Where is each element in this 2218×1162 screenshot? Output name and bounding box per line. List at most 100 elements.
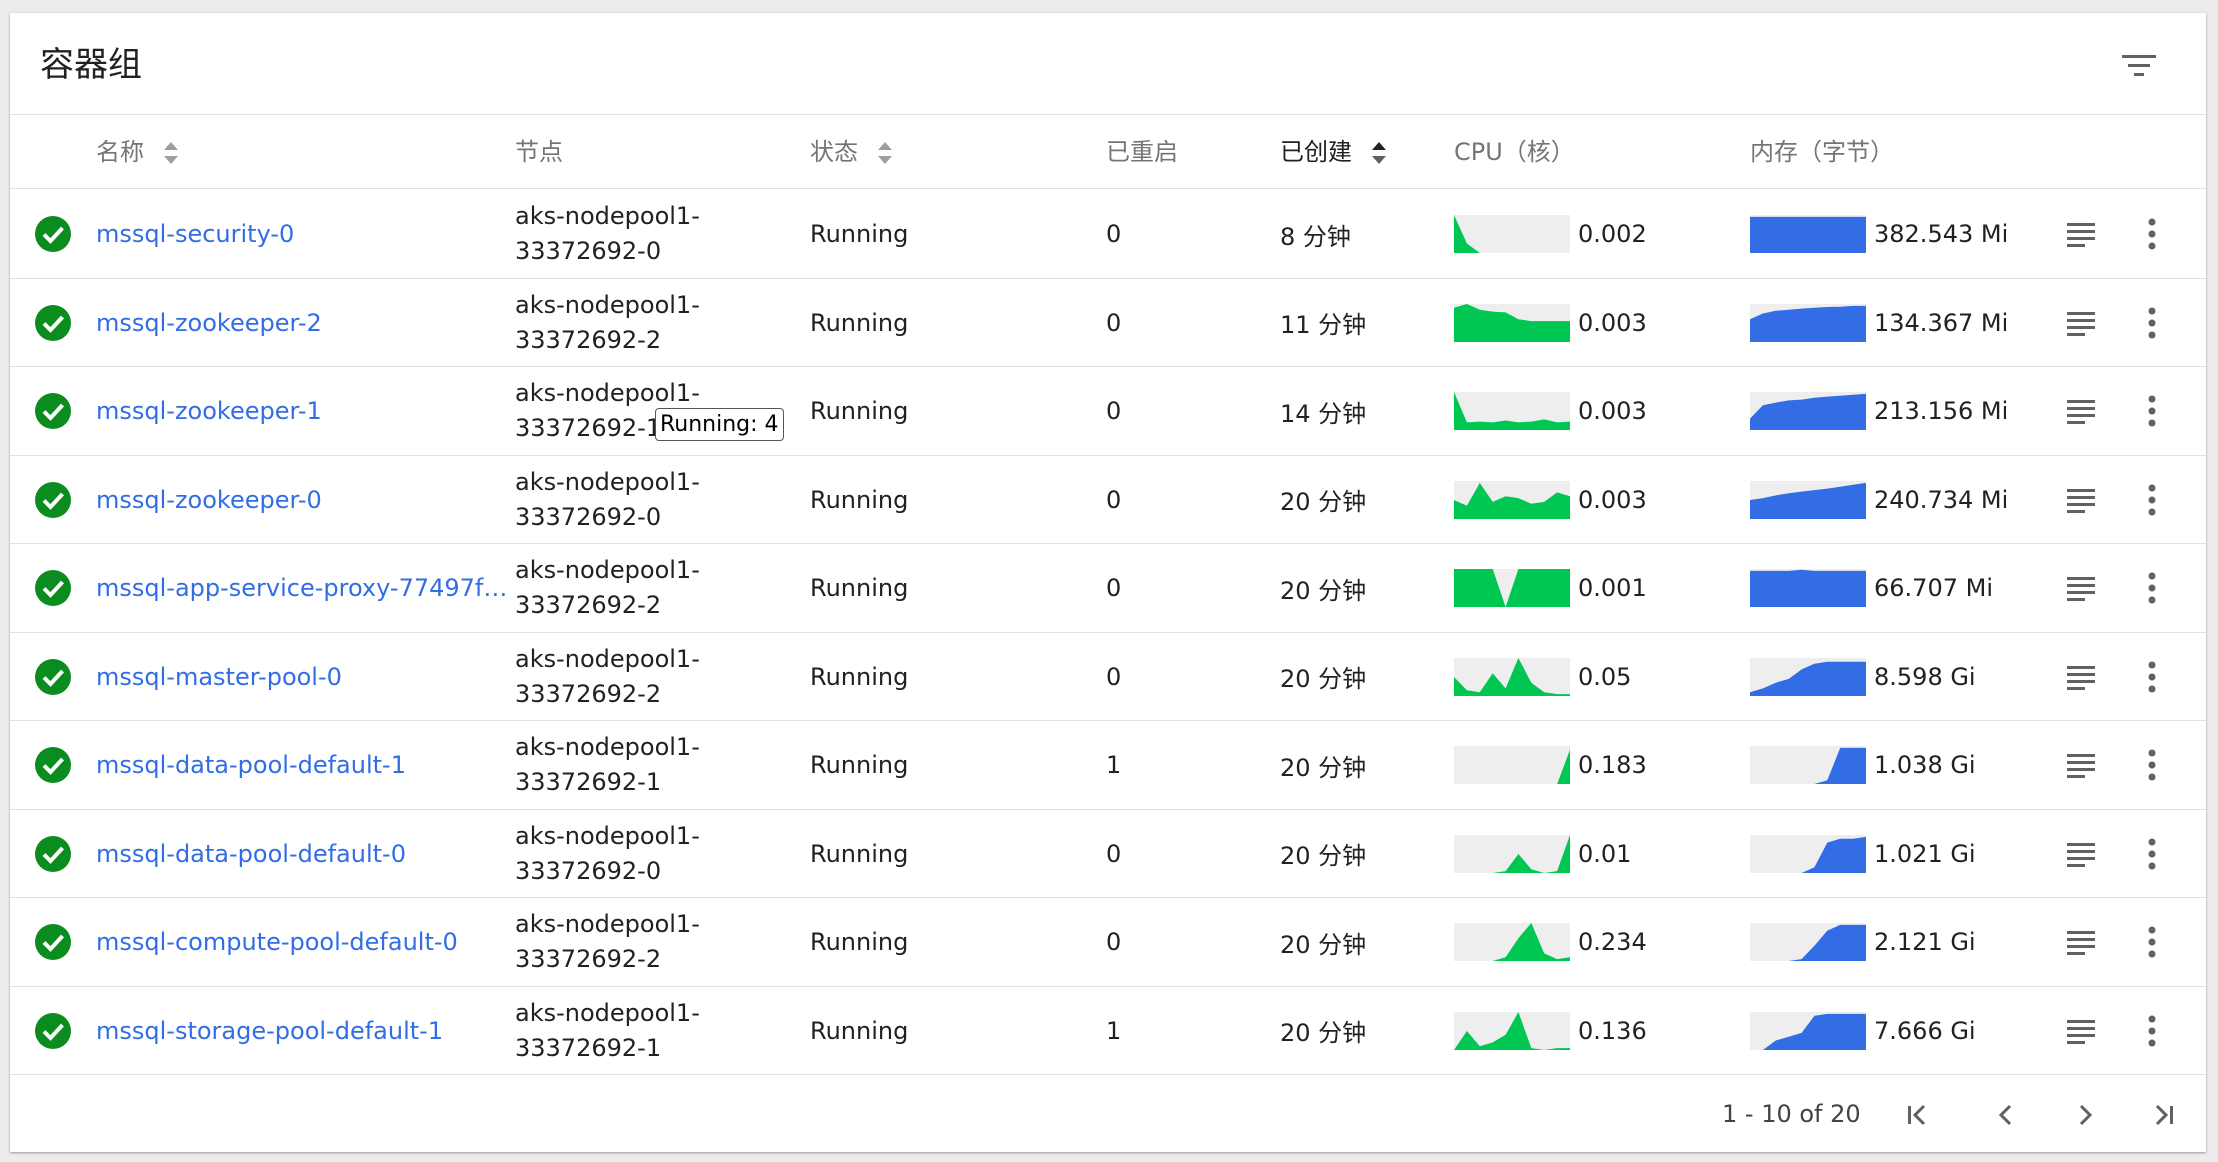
column-header-memory: 内存（字节） xyxy=(1750,138,1894,166)
pod-memory: 240.734 Mi xyxy=(1874,485,2009,514)
pod-node: aks-nodepool1- 33372692-2 xyxy=(515,544,700,633)
pod-name-link[interactable]: mssql-compute-pool-default-0 xyxy=(96,928,458,956)
table-row[interactable]: mssql-security-0 aks-nodepool1- 33372692… xyxy=(10,190,2206,279)
pod-restarts: 0 xyxy=(1106,397,1122,426)
pod-memory: 1.038 Gi xyxy=(1874,751,1976,780)
pod-node-line2: 33372692-0 xyxy=(515,502,662,531)
logs-icon[interactable] xyxy=(2065,838,2097,870)
cpu-sparkline xyxy=(1454,746,1570,785)
pod-node-line2: 33372692-0 xyxy=(515,856,662,885)
pod-name-link[interactable]: mssql-zookeeper-2 xyxy=(96,309,322,337)
logs-icon[interactable] xyxy=(2065,218,2097,250)
status-tooltip: Running: 4 xyxy=(655,408,784,441)
pod-name-link[interactable]: mssql-app-service-proxy-77497f… xyxy=(96,574,507,602)
pod-memory: 7.666 Gi xyxy=(1874,1016,1976,1045)
pod-status: Running xyxy=(810,1016,909,1045)
memory-sparkline xyxy=(1750,1011,1866,1050)
pod-restarts: 0 xyxy=(1106,574,1122,603)
filter-icon[interactable] xyxy=(2120,51,2160,81)
pod-node-line1: aks-nodepool1- xyxy=(515,467,700,496)
table-row[interactable]: mssql-storage-pool-default-1 aks-nodepoo… xyxy=(10,987,2206,1075)
logs-icon[interactable] xyxy=(2065,395,2097,427)
pod-status: Running xyxy=(810,928,909,957)
memory-sparkline xyxy=(1750,834,1866,873)
pod-status: Running xyxy=(810,574,909,603)
logs-icon[interactable] xyxy=(2065,1015,2097,1047)
pod-cpu: 0.003 xyxy=(1578,308,1647,337)
check-circle-icon xyxy=(35,924,71,960)
table-row[interactable]: mssql-data-pool-default-1 aks-nodepool1-… xyxy=(10,721,2206,810)
pod-name-link[interactable]: mssql-zookeeper-0 xyxy=(96,486,322,514)
pod-node-line2: 33372692-2 xyxy=(515,591,662,620)
more-vert-icon[interactable] xyxy=(2142,747,2162,783)
logs-icon[interactable] xyxy=(2065,572,2097,604)
pod-cpu: 0.003 xyxy=(1578,397,1647,426)
pod-node: aks-nodepool1- 33372692-0 xyxy=(515,190,700,279)
last-page-icon[interactable] xyxy=(2147,1098,2181,1132)
pod-status: Running xyxy=(810,308,909,337)
pod-restarts: 0 xyxy=(1106,662,1122,691)
pod-node-line2: 33372692-1 xyxy=(515,768,662,797)
pod-node-line1: aks-nodepool1- xyxy=(515,821,700,850)
cpu-sparkline xyxy=(1454,392,1570,431)
pod-name-link[interactable]: mssql-master-pool-0 xyxy=(96,663,342,691)
column-header-name-label: 名称 xyxy=(96,138,144,166)
pod-created: 20 分钟 xyxy=(1280,1019,1367,1048)
pod-node-line2: 33372692-2 xyxy=(515,679,662,708)
pod-memory: 382.543 Mi xyxy=(1874,220,2009,249)
pod-node-line1: aks-nodepool1- xyxy=(515,202,700,231)
more-vert-icon[interactable] xyxy=(2142,305,2162,341)
pod-name-link[interactable]: mssql-data-pool-default-0 xyxy=(96,840,406,868)
pod-name-link[interactable]: mssql-data-pool-default-1 xyxy=(96,751,406,779)
more-vert-icon[interactable] xyxy=(2142,216,2162,252)
column-header-status[interactable]: 状态 xyxy=(810,116,894,189)
cpu-sparkline xyxy=(1454,1011,1570,1050)
table-row[interactable]: mssql-zookeeper-0 aks-nodepool1- 3337269… xyxy=(10,456,2206,545)
table-row[interactable]: mssql-compute-pool-default-0 aks-nodepoo… xyxy=(10,898,2206,987)
pod-node: aks-nodepool1- 33372692-0 xyxy=(515,456,700,545)
column-header-name[interactable]: 名称 xyxy=(96,116,180,189)
more-vert-icon[interactable] xyxy=(2142,393,2162,429)
logs-icon[interactable] xyxy=(2065,926,2097,958)
memory-sparkline xyxy=(1750,569,1866,608)
first-page-icon[interactable] xyxy=(1900,1098,1934,1132)
memory-sparkline xyxy=(1750,392,1866,431)
pod-created: 20 分钟 xyxy=(1280,753,1367,782)
pod-name-link[interactable]: mssql-zookeeper-1 xyxy=(96,397,322,425)
next-page-icon[interactable] xyxy=(2068,1098,2102,1132)
memory-sparkline xyxy=(1750,657,1866,696)
pod-created: 20 分钟 xyxy=(1280,488,1367,517)
pod-cpu: 0.183 xyxy=(1578,751,1647,780)
pod-status: Running xyxy=(810,397,909,426)
table-row[interactable]: mssql-data-pool-default-0 aks-nodepool1-… xyxy=(10,810,2206,898)
pod-name-link[interactable]: mssql-storage-pool-default-1 xyxy=(96,1017,443,1045)
more-vert-icon[interactable] xyxy=(2142,924,2162,960)
pod-memory: 2.121 Gi xyxy=(1874,928,1976,957)
table-row[interactable]: mssql-zookeeper-1 aks-nodepool1- 3337269… xyxy=(10,367,2206,456)
more-vert-icon[interactable] xyxy=(2142,836,2162,872)
column-header-status-label: 状态 xyxy=(810,138,858,166)
table-row[interactable]: mssql-master-pool-0 aks-nodepool1- 33372… xyxy=(10,633,2206,721)
logs-icon[interactable] xyxy=(2065,307,2097,339)
logs-icon[interactable] xyxy=(2065,661,2097,693)
pod-status: Running xyxy=(810,220,909,249)
more-vert-icon[interactable] xyxy=(2142,570,2162,606)
column-header-created[interactable]: 已创建 xyxy=(1280,116,1388,189)
pod-name-link[interactable]: mssql-security-0 xyxy=(96,220,294,248)
check-circle-icon xyxy=(35,481,71,518)
memory-sparkline xyxy=(1750,303,1866,342)
logs-icon[interactable] xyxy=(2065,749,2097,781)
more-vert-icon[interactable] xyxy=(2142,482,2162,518)
pod-node-line1: aks-nodepool1- xyxy=(515,910,700,939)
pod-cpu: 0.001 xyxy=(1578,574,1647,603)
pod-restarts: 0 xyxy=(1106,485,1122,514)
previous-page-icon[interactable] xyxy=(1989,1098,2023,1132)
table-row[interactable]: mssql-zookeeper-2 aks-nodepool1- 3337269… xyxy=(10,279,2206,367)
more-vert-icon[interactable] xyxy=(2142,659,2162,695)
table-row[interactable]: mssql-app-service-proxy-77497f… aks-node… xyxy=(10,544,2206,633)
more-vert-icon[interactable] xyxy=(2142,1013,2162,1049)
logs-icon[interactable] xyxy=(2065,484,2097,516)
pod-memory: 213.156 Mi xyxy=(1874,397,2009,426)
pod-status: Running xyxy=(810,662,909,691)
memory-sparkline xyxy=(1750,215,1866,254)
